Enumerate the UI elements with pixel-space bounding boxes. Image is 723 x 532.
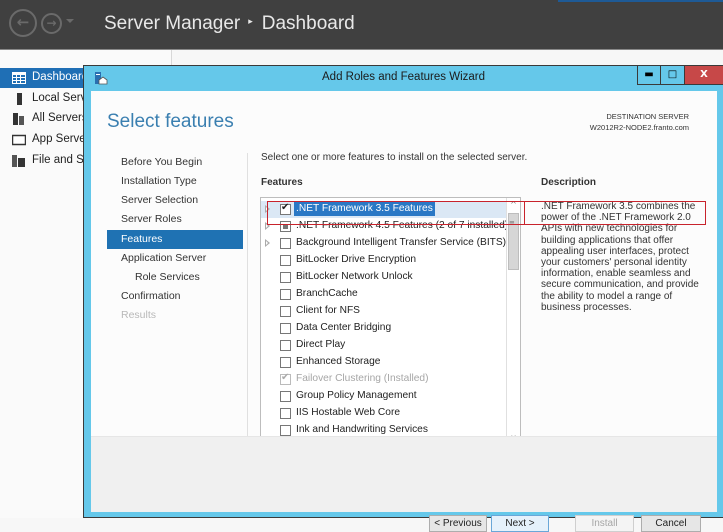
wizard-footer [91, 436, 717, 512]
annotation-highlight-box [525, 201, 706, 225]
feature-label: BitLocker Network Unlock [296, 271, 413, 282]
step-server-roles[interactable]: Server Roles [107, 210, 243, 229]
step-label: Features [121, 233, 163, 245]
minimize-button[interactable]: ▬ [637, 66, 661, 85]
expand-icon[interactable] [265, 239, 270, 247]
feature-item[interactable]: Data Center Bridging [261, 320, 506, 337]
feature-checkbox [280, 372, 291, 385]
step-results: Results [107, 306, 243, 325]
feature-checkbox[interactable] [280, 306, 291, 317]
app-title: Server Manager [104, 13, 241, 34]
forward-button[interactable]: → [41, 13, 62, 34]
feature-checkbox[interactable] [280, 425, 291, 436]
breadcrumb-separator-icon: ▸ [248, 16, 253, 27]
dashboard-grid-icon [12, 72, 26, 84]
feature-item[interactable]: Direct Play [261, 337, 506, 354]
breadcrumb-page: Dashboard [261, 13, 355, 34]
sidebar-item-label: App Server [32, 133, 90, 145]
feature-label: BranchCache [296, 288, 358, 299]
step-label: Installation Type [121, 175, 197, 187]
feature-label: IIS Hostable Web Core [296, 407, 400, 418]
feature-label: Direct Play [296, 339, 346, 350]
step-label: Results [121, 309, 157, 321]
maximize-button[interactable]: □ [661, 66, 685, 85]
wizard-title: Add Roles and Features Wizard [322, 71, 485, 83]
step-application-server[interactable]: Application Server [107, 249, 243, 268]
destination-server: DESTINATION SERVER W2012R2-NODE2.franto.… [590, 111, 689, 133]
feature-label: Enhanced Storage [296, 356, 381, 367]
step-server-selection[interactable]: Server Selection [107, 191, 243, 210]
feature-item[interactable]: Client for NFS [261, 303, 506, 320]
maximize-icon: □ [667, 69, 678, 80]
step-label: Application Server [121, 252, 207, 264]
accent-strip [558, 0, 723, 2]
feature-checkbox[interactable] [280, 323, 291, 334]
divider [247, 153, 248, 465]
feature-item[interactable]: BitLocker Drive Encryption [261, 252, 506, 269]
feature-checkbox[interactable] [280, 391, 291, 402]
back-button[interactable]: ← [9, 9, 37, 37]
step-before-you-begin[interactable]: Before You Begin [107, 153, 243, 172]
feature-label: Client for NFS [296, 305, 360, 316]
step-label: Before You Begin [121, 156, 203, 168]
step-label: Confirmation [121, 290, 181, 302]
wizard-title-bar[interactable]: Add Roles and Features Wizard ▬ □ X [84, 66, 723, 91]
feature-item-bits[interactable]: Background Intelligent Transfer Service … [261, 235, 506, 252]
feature-checkbox[interactable] [280, 340, 291, 351]
step-confirmation[interactable]: Confirmation [107, 287, 243, 306]
minimize-icon: ▬ [644, 69, 654, 80]
step-features[interactable]: Features [107, 230, 243, 249]
close-icon: X [700, 69, 708, 80]
destination-label: DESTINATION SERVER [606, 112, 689, 121]
feature-item[interactable]: IIS Hostable Web Core [261, 405, 506, 422]
sidebar-item-label: Dashboard [32, 71, 89, 83]
feature-item[interactable]: BitLocker Network Unlock [261, 269, 506, 286]
app-server-icon [12, 134, 26, 146]
wizard-window: Add Roles and Features Wizard ▬ □ X Sele… [83, 65, 723, 532]
feature-item-failover-clustering: Failover Clustering (Installed) [261, 371, 506, 388]
breadcrumb: Server Manager ▸ Dashboard [104, 13, 355, 35]
arrow-right-icon: → [46, 16, 57, 30]
feature-checkbox[interactable] [280, 238, 291, 249]
step-label: Server Roles [121, 213, 182, 225]
features-list[interactable]: .NET Framework 3.5 Features .NET Framewo… [260, 197, 521, 460]
annotation-highlight-box [267, 201, 525, 225]
history-dropdown-icon[interactable] [66, 19, 74, 23]
feature-item[interactable]: Group Policy Management [261, 388, 506, 405]
instruction-text: Select one or more features to install o… [261, 152, 528, 163]
feature-checkbox[interactable] [280, 255, 291, 266]
title-bar: ← → Server Manager ▸ Dashboard [0, 0, 723, 49]
wizard-body: Select features DESTINATION SERVER W2012… [91, 91, 717, 532]
server-icon [17, 93, 22, 105]
feature-checkbox[interactable] [280, 272, 291, 283]
feature-label: Data Center Bridging [296, 322, 392, 333]
step-label: Role Services [135, 271, 200, 283]
arrow-left-icon: ← [16, 13, 30, 31]
close-button[interactable]: X [685, 66, 723, 85]
step-role-services[interactable]: Role Services [107, 268, 243, 287]
feature-label: Group Policy Management [296, 390, 417, 401]
destination-value: W2012R2-NODE2.franto.com [589, 123, 689, 132]
vertical-scrollbar[interactable]: ^ ≡ v [506, 198, 520, 445]
sidebar-item-label: All Servers [32, 112, 88, 124]
feature-checkbox[interactable] [280, 408, 291, 419]
feature-label: Failover Clustering (Installed) [296, 373, 429, 384]
feature-checkbox[interactable] [280, 289, 291, 300]
features-header: Features [261, 177, 303, 188]
servers-icon [13, 113, 24, 125]
step-label: Server Selection [121, 194, 199, 206]
feature-checkbox[interactable] [280, 357, 291, 368]
step-installation-type[interactable]: Installation Type [107, 172, 243, 191]
feature-item[interactable]: BranchCache [261, 286, 506, 303]
description-header: Description [541, 177, 597, 188]
feature-label: BitLocker Drive Encryption [296, 254, 417, 265]
feature-label: Background Intelligent Transfer Service … [296, 237, 507, 248]
page-title: Select features [107, 111, 234, 132]
feature-item[interactable]: Enhanced Storage [261, 354, 506, 371]
file-storage-icon [12, 155, 25, 167]
feature-label: Ink and Handwriting Services [296, 424, 428, 435]
